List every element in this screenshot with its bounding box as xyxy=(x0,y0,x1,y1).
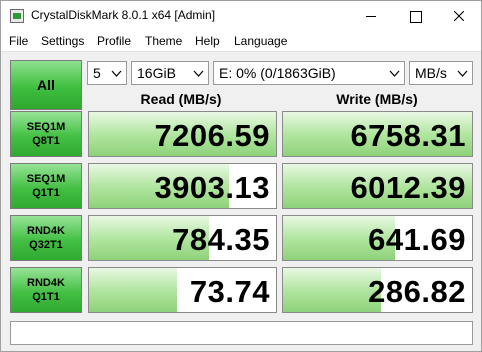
result-value: 73.74 xyxy=(189,274,270,309)
chevron-down-icon xyxy=(193,70,204,77)
result-value: 3903.13 xyxy=(154,170,270,205)
test-count-value: 5 xyxy=(93,65,101,81)
row-label-line2: Q1T1 xyxy=(32,291,60,303)
result-cell-write: 286.82 xyxy=(282,267,473,313)
row-label-line1: SEQ1M xyxy=(26,173,66,185)
row-label-line1: RND4K xyxy=(27,225,65,237)
row-label-line2: Q1T1 xyxy=(32,187,60,199)
minimize-button[interactable] xyxy=(349,1,393,31)
result-value: 784.35 xyxy=(172,222,270,257)
result-cell-read: 73.74 xyxy=(88,267,277,313)
read-column-header: Read (MB/s) xyxy=(140,91,222,107)
row-label-line2: Q8T1 xyxy=(32,135,60,147)
close-button[interactable] xyxy=(437,1,481,31)
result-bar xyxy=(283,268,382,312)
test-rnd4k-q1t1-button[interactable]: RND4K Q1T1 xyxy=(10,267,82,313)
result-cell-read: 7206.59 xyxy=(88,111,277,157)
menu-help[interactable]: Help xyxy=(195,34,220,48)
result-cell-read: 784.35 xyxy=(88,215,277,261)
title-bar[interactable]: CrystalDiskMark 8.0.1 x64 [Admin] xyxy=(1,1,481,31)
result-cell-write: 641.69 xyxy=(282,215,473,261)
test-count-select[interactable]: 5 xyxy=(87,61,127,85)
menu-settings[interactable]: Settings xyxy=(41,34,84,48)
result-cell-write: 6012.39 xyxy=(282,163,473,209)
drive-select[interactable]: E: 0% (0/1863GiB) xyxy=(213,61,405,85)
chevron-down-icon xyxy=(389,70,400,77)
row-label-line1: SEQ1M xyxy=(26,121,66,133)
menu-file[interactable]: File xyxy=(9,34,28,48)
window-title: CrystalDiskMark 8.0.1 x64 [Admin] xyxy=(31,8,216,22)
test-size-select[interactable]: 16GiB xyxy=(131,61,209,85)
result-value: 6758.31 xyxy=(350,118,466,153)
menu-bar: File Settings Profile Theme Help Languag… xyxy=(1,31,481,52)
write-column-header: Write (MB/s) xyxy=(336,91,418,107)
run-all-button[interactable]: All xyxy=(10,60,82,110)
menu-language[interactable]: Language xyxy=(234,34,287,48)
result-bar xyxy=(89,268,177,312)
test-seq1m-q1t1-button[interactable]: SEQ1M Q1T1 xyxy=(10,163,82,209)
menu-profile[interactable]: Profile xyxy=(97,34,131,48)
chevron-down-icon xyxy=(457,70,468,77)
unit-select[interactable]: MB/s xyxy=(409,61,473,85)
row-label-line2: Q32T1 xyxy=(29,239,63,251)
app-window: CrystalDiskMark 8.0.1 x64 [Admin] File S… xyxy=(0,0,482,352)
app-icon xyxy=(10,9,24,23)
result-value: 641.69 xyxy=(368,222,466,257)
maximize-button[interactable] xyxy=(393,1,437,31)
result-cell-read: 3903.13 xyxy=(88,163,277,209)
chevron-down-icon xyxy=(111,70,122,77)
result-value: 6012.39 xyxy=(350,170,466,205)
drive-value: E: 0% (0/1863GiB) xyxy=(219,65,336,81)
test-rnd4k-q32t1-button[interactable]: RND4K Q32T1 xyxy=(10,215,82,261)
test-seq1m-q8t1-button[interactable]: SEQ1M Q8T1 xyxy=(10,111,82,157)
unit-value: MB/s xyxy=(415,65,447,81)
close-icon xyxy=(454,11,464,21)
main-panel: All 5 16GiB E: 0% (0/1863GiB) MB/s Read … xyxy=(1,53,481,351)
test-size-value: 16GiB xyxy=(137,65,176,81)
comment-field[interactable] xyxy=(10,321,473,345)
menu-theme[interactable]: Theme xyxy=(145,34,182,48)
result-cell-write: 6758.31 xyxy=(282,111,473,157)
row-label-line1: RND4K xyxy=(27,277,65,289)
result-value: 286.82 xyxy=(368,274,466,309)
result-value: 7206.59 xyxy=(154,118,270,153)
